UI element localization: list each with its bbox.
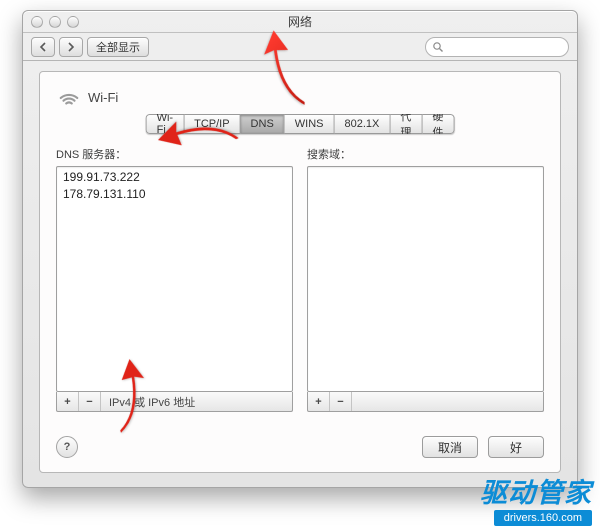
titlebar: 网络 [23,11,577,33]
forward-button[interactable] [59,37,83,57]
tab-[interactable]: 硬件 [422,114,454,134]
tab-wifi[interactable]: Wi-Fi [146,114,185,134]
search-domain-remove-button[interactable]: − [330,392,352,411]
back-button[interactable] [31,37,55,57]
toolbar: 全部显示 [23,33,577,61]
dns-hint: IPv4 或 IPv6 地址 [101,394,195,410]
tab-tcpip[interactable]: TCP/IP [184,114,240,134]
zoom-button[interactable] [67,16,79,28]
watermark-text: 驱动管家 [480,480,592,507]
help-button[interactable]: ? [56,436,78,458]
search-domain-add-button[interactable]: + [308,392,330,411]
cancel-button[interactable]: 取消 [422,436,478,458]
dns-column: DNS 服务器： 199.91.73.222178.79.131.110 + −… [56,146,293,412]
tab-bar: Wi-FiTCP/IPDNSWINS802.1X代理硬件 [146,114,455,134]
dns-title: DNS 服务器： [56,146,293,162]
search-domains-list[interactable] [307,166,544,392]
window-title: 网络 [23,11,577,33]
wifi-icon [58,86,80,108]
window-controls [31,16,79,28]
search-icon [432,41,444,53]
close-button[interactable] [31,16,43,28]
show-all-button[interactable]: 全部显示 [87,37,149,57]
tab-wins[interactable]: WINS [285,114,335,134]
tab-[interactable]: 代理 [390,114,422,134]
tab-dns[interactable]: DNS [241,114,285,134]
settings-sheet: Wi-Fi Wi-FiTCP/IPDNSWINS802.1X代理硬件 DNS 服… [39,71,561,473]
search-domains-column: 搜索域： + − [307,146,544,412]
dns-remove-button[interactable]: − [79,392,101,411]
service-name: Wi-Fi [88,90,118,105]
tab-8021x[interactable]: 802.1X [335,114,391,134]
minimize-button[interactable] [49,16,61,28]
preferences-window: 网络 全部显示 [22,10,578,488]
watermark: 驱动管家 drivers.160.com [480,480,592,526]
ok-button[interactable]: 好 [488,436,544,458]
dns-add-button[interactable]: + [57,392,79,411]
watermark-url: drivers.160.com [494,510,592,526]
service-header: Wi-Fi [58,86,118,108]
dns-entry[interactable]: 199.91.73.222 [63,169,286,186]
search-field[interactable] [425,37,569,57]
search-domains-title: 搜索域： [307,146,544,162]
search-domains-footer: + − [307,392,544,412]
dns-footer: + − IPv4 或 IPv6 地址 [56,392,293,412]
dns-entry[interactable]: 178.79.131.110 [63,186,286,203]
dns-list[interactable]: 199.91.73.222178.79.131.110 [56,166,293,392]
